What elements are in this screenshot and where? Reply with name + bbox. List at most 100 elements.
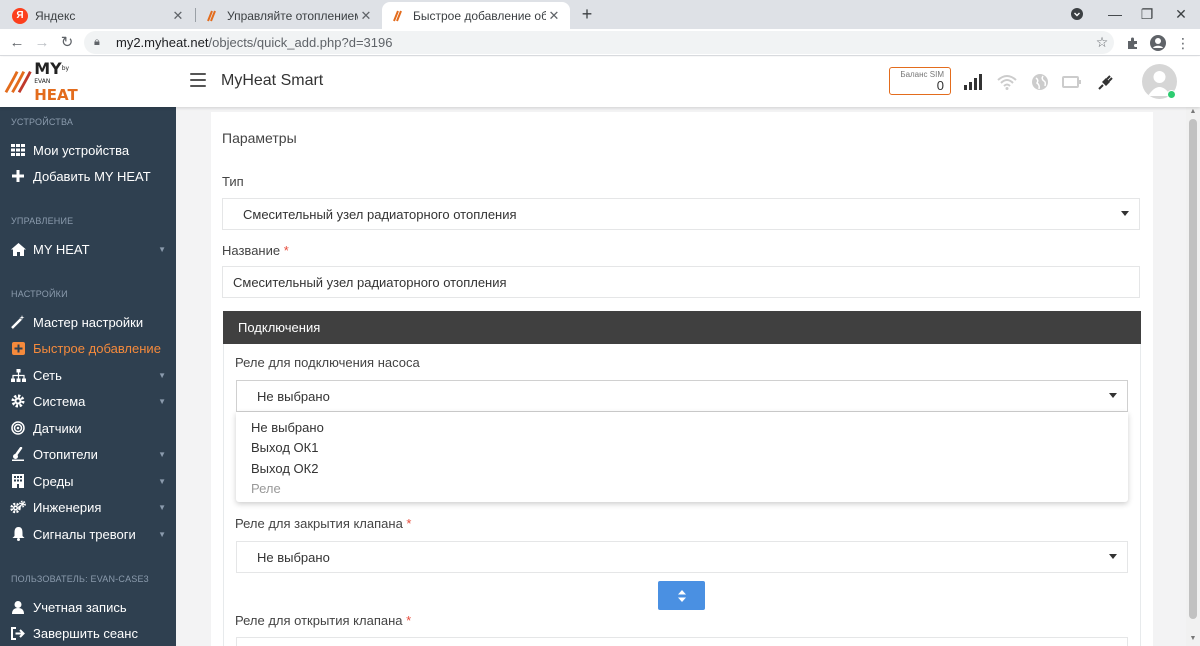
profile-icon[interactable] [1147,32,1169,54]
building-icon [10,473,26,489]
valve-close-select[interactable]: Не выбрано [236,541,1128,573]
sim-balance-value: 0 [936,78,944,93]
sidebar-item-system[interactable]: Система ▼ [0,389,176,413]
sidebar-item-label: MY HEAT [33,241,90,257]
back-icon[interactable]: ← [6,31,28,53]
type-select-value: Смесительный узел радиаторного отопления [243,206,517,222]
forward-icon[interactable]: → [31,31,53,53]
sidebar-item-engineering[interactable]: Инженерия ▼ [0,495,176,519]
new-tab-button[interactable]: + [577,4,597,24]
myheat-logo[interactable]: MYby EVAN HEAT [4,61,84,103]
close-tab-icon[interactable]: ✕ [170,8,186,24]
wifi-icon[interactable] [996,71,1018,93]
browser-menu-icon[interactable]: ⋮ [1172,32,1194,54]
sidebar-item-label: Быстрое добавление [33,340,161,356]
swap-relays-button[interactable] [658,581,705,610]
sidebar-item-account[interactable]: Учетная запись [0,595,176,619]
tab-search-icon[interactable] [1066,3,1088,25]
sidebar-item-label: Отопители [33,446,98,462]
sidebar-item-quick-add[interactable]: Быстрое добавление [0,336,176,360]
tab-myheat-landing[interactable]: Управляйте отоплением из люб ✕ [196,2,382,29]
dropdown-caret-icon [1109,554,1117,559]
sidebar-item-label: Мастер настройки [33,314,144,330]
sidebar-item-sensors[interactable]: Датчики [0,416,176,440]
type-select[interactable]: Смесительный узел радиаторного отопления [222,198,1140,230]
plus-square-icon [10,340,26,356]
connections-header: Подключения [223,311,1141,344]
restore-icon[interactable]: ❐ [1136,3,1158,25]
sidebar-item-my-devices[interactable]: Мои устройства [0,138,176,162]
chevron-down-icon: ▼ [158,449,166,459]
name-input[interactable]: Смесительный узел радиаторного отопления [222,266,1140,298]
tab-quick-add[interactable]: Быстрое добавление оборудов ✕ [382,2,570,29]
scroll-down-icon[interactable]: ▼ [1189,635,1197,642]
required-marker: * [406,516,412,531]
power-plug-icon[interactable] [1095,71,1117,93]
chevron-down-icon: ▼ [158,244,166,254]
close-tab-icon[interactable]: ✕ [546,8,562,24]
sidebar-item-add-myheat[interactable]: Добавить MY HEAT [0,164,176,188]
chevron-down-icon: ▼ [158,476,166,486]
grid-icon [10,142,26,158]
sidebar-section-settings: НАСТРОЙКИ [11,289,68,299]
extensions-icon[interactable] [1122,32,1144,54]
sidebar-item-setup-wizard[interactable]: Мастер настройки [0,310,176,334]
chevron-down-icon: ▼ [158,529,166,539]
sidebar-item-label: Датчики [33,420,82,436]
lock-icon[interactable]: 🔒︎ [94,36,108,49]
sidebar-item-label: Сигналы тревоги [33,526,136,542]
bullseye-icon [10,420,26,436]
bell-icon [10,526,26,542]
sidebar-item-network[interactable]: Сеть ▼ [0,363,176,387]
minimize-icon[interactable]: — [1104,3,1126,25]
name-input-value: Смесительный узел радиаторного отопления [233,274,507,290]
reload-icon[interactable]: ↻ [56,31,78,53]
url-field[interactable]: 🔒︎ my2.myheat.net/objects/quick_add.php?… [84,31,1114,54]
tab-yandex[interactable]: Я Яндекс ✕ [4,2,194,29]
app-title: MyHeat Smart [221,72,324,89]
tab-title: Быстрое добавление оборудов [413,8,546,23]
valve-close-label: Реле для закрытия клапана * [235,516,412,531]
sidebar-item-label: Среды [33,473,74,489]
chevron-down-icon: ▼ [158,396,166,406]
home-icon [10,241,26,257]
browser-tab-bar: Я Яндекс ✕ Управляйте отоплением из люб … [0,0,1200,29]
sidebar-item-label: Завершить сеанс [33,625,138,641]
dropdown-option-ok1[interactable]: Выход ОК1 [251,440,318,455]
scroll-thumb[interactable] [1189,119,1197,619]
dropdown-option-ok2[interactable]: Выход ОК2 [251,461,318,476]
sidebar-item-heaters[interactable]: Отопители ▼ [0,442,176,466]
dropdown-caret-icon [1121,211,1129,216]
sidebar-item-myheat[interactable]: MY HEAT ▼ [0,237,176,261]
battery-icon[interactable] [1061,71,1083,93]
app-header: MYby EVAN HEAT MyHeat Smart Баланс SIM 0 [0,57,1200,107]
sidebar-item-environments[interactable]: Среды ▼ [0,469,176,493]
close-window-icon[interactable]: ✕ [1170,3,1192,25]
tab-title: Управляйте отоплением из люб [227,8,358,23]
dropdown-option-not-selected[interactable]: Не выбрано [251,420,324,435]
pump-relay-select[interactable]: Не выбрано [236,380,1128,412]
hamburger-menu-icon[interactable] [190,73,206,87]
bookmark-star-icon[interactable]: ☆ [1091,31,1113,53]
sim-balance-badge[interactable]: Баланс SIM 0 [889,67,951,95]
yandex-favicon: Я [12,7,28,24]
myheat-favicon [390,8,406,24]
sidebar-item-label: Учетная запись [33,599,127,615]
valve-open-select[interactable] [236,637,1128,646]
globe-icon[interactable] [1029,71,1051,93]
sidebar-section-user: ПОЛЬЗОВАТЕЛЬ: EVAN-CASE3 [11,574,149,584]
pump-relay-select-value: Не выбрано [257,388,330,404]
sidebar-item-logout[interactable]: Завершить сеанс [0,621,176,645]
scroll-up-icon[interactable]: ▲ [1189,108,1197,115]
close-tab-icon[interactable]: ✕ [358,8,374,24]
page-scrollbar[interactable]: ▲ ▼ [1186,107,1200,646]
sidebar-section-control: УПРАВЛЕНИЕ [11,216,74,226]
sidebar-item-alarms[interactable]: Сигналы тревоги ▼ [0,522,176,546]
cog-icon [10,393,26,409]
signal-strength-icon[interactable] [962,71,984,93]
valve-close-select-value: Не выбрано [257,549,330,565]
online-status-dot [1167,90,1176,99]
required-marker: * [406,613,412,628]
dropdown-caret-icon [1109,393,1117,398]
dropdown-group-label: Реле [251,481,281,496]
